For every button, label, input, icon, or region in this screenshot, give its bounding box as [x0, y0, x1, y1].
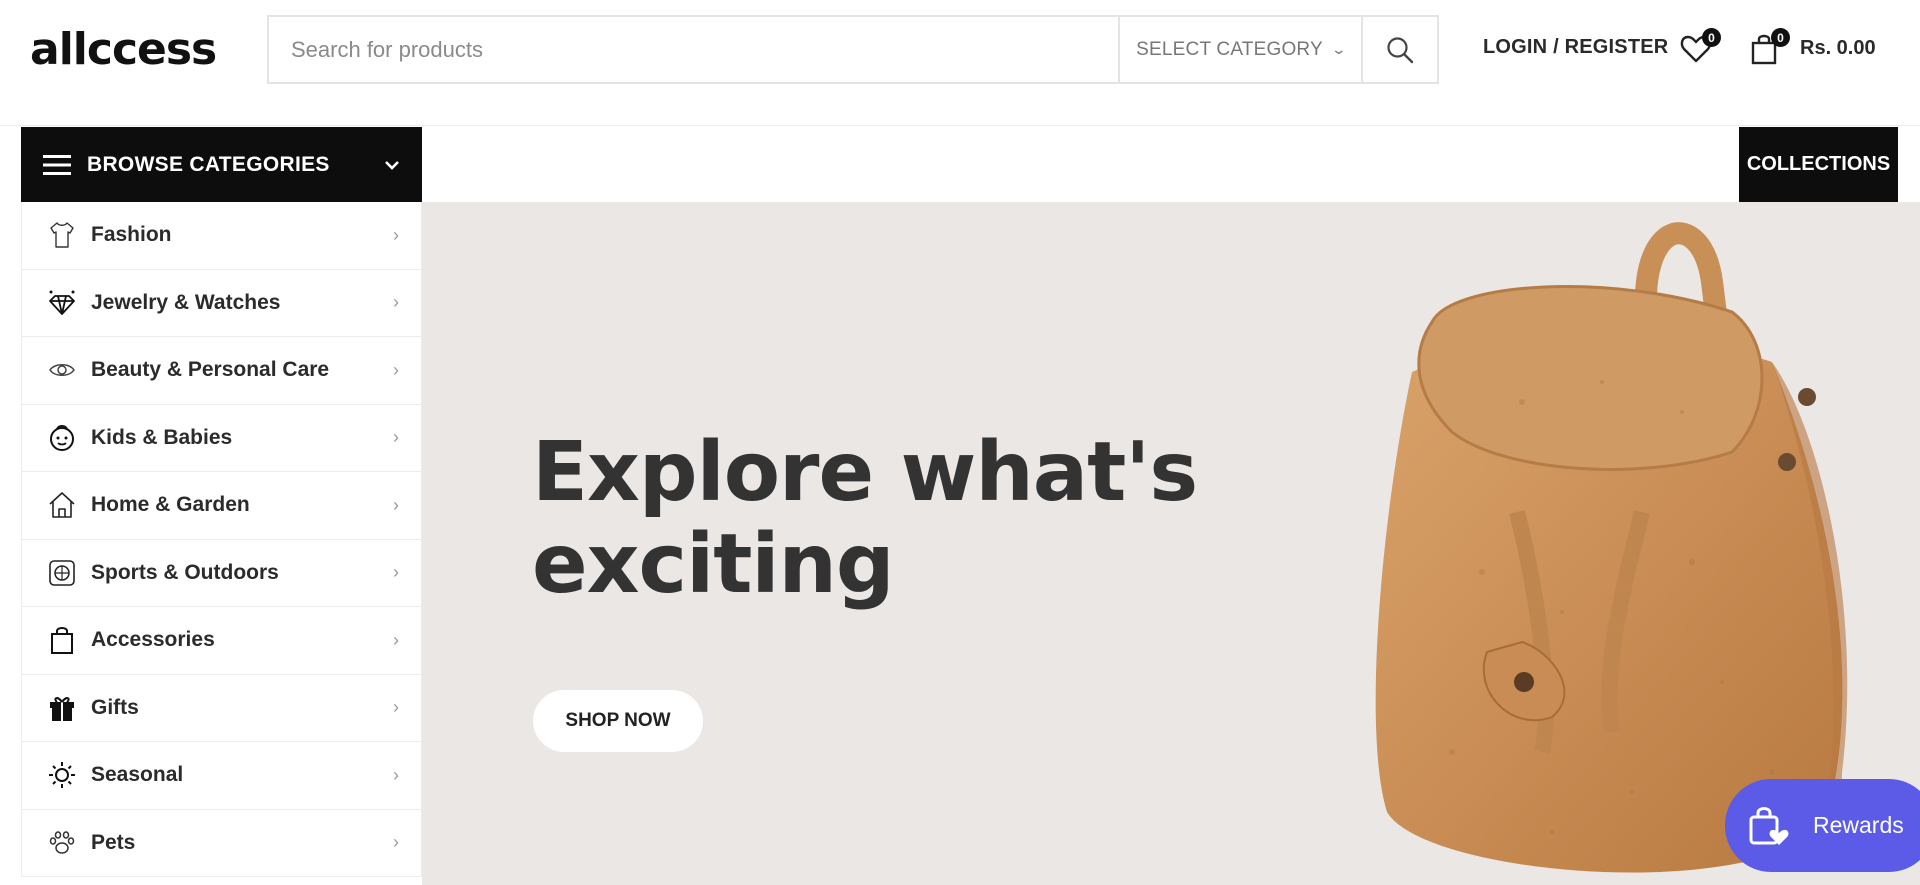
collections-link[interactable]: COLLECTIONS	[1739, 127, 1898, 202]
browse-categories-label: BROWSE CATEGORIES	[87, 152, 330, 176]
ball-icon	[47, 558, 77, 588]
rewards-label: Rewards	[1813, 812, 1904, 838]
chevron-right-icon: ›	[393, 224, 399, 245]
shopping-bag-heart-icon	[1749, 806, 1789, 845]
hero-headline-line2: exciting	[532, 517, 895, 612]
sidebar-item-fashion[interactable]: Fashion ›	[22, 202, 421, 270]
sidebar-item-label: Beauty & Personal Care	[91, 358, 330, 382]
sidebar-item-label: Sports & Outdoors	[91, 560, 279, 584]
site-header: allccess SELECT CATEGORY ⌄ LOGIN / REGIS…	[0, 0, 1920, 126]
eye-icon	[47, 355, 77, 385]
chevron-right-icon: ›	[393, 427, 399, 448]
sidebar-item-label: Gifts	[91, 695, 139, 719]
cart-button[interactable]: 0	[1748, 28, 1790, 66]
chevron-right-icon: ›	[393, 359, 399, 380]
hero-headline: Explore what's exciting	[532, 427, 1232, 611]
category-sidebar: Fashion › Jewelry & Watches › Beauty & P…	[21, 202, 422, 877]
sidebar-item-label: Seasonal	[91, 763, 184, 787]
search-button[interactable]	[1361, 17, 1437, 82]
shopping-bag-icon	[47, 625, 77, 655]
category-select[interactable]: SELECT CATEGORY ⌄	[1118, 17, 1361, 82]
shirt-icon	[47, 220, 77, 250]
chevron-down-icon	[385, 160, 399, 170]
wishlist-button[interactable]: 0	[1679, 28, 1721, 66]
baby-face-icon	[47, 423, 77, 453]
sidebar-item-gifts[interactable]: Gifts ›	[22, 675, 421, 742]
house-icon	[47, 490, 77, 520]
search-input[interactable]	[269, 17, 1118, 82]
cart-total[interactable]: Rs. 0.00	[1800, 37, 1876, 60]
sidebar-item-pets[interactable]: Pets ›	[22, 810, 421, 877]
chevron-down-icon: ⌄	[1330, 41, 1348, 57]
chevron-right-icon: ›	[393, 494, 399, 515]
chevron-right-icon: ›	[393, 764, 399, 785]
sidebar-item-seasonal[interactable]: Seasonal ›	[22, 742, 421, 810]
sidebar-item-jewelry-watches[interactable]: Jewelry & Watches ›	[22, 270, 421, 337]
sidebar-item-kids-babies[interactable]: Kids & Babies ›	[22, 405, 421, 472]
sidebar-item-label: Accessories	[91, 628, 215, 652]
login-register-link[interactable]: LOGIN / REGISTER	[1483, 36, 1668, 59]
sidebar-item-beauty-personal-care[interactable]: Beauty & Personal Care ›	[22, 337, 421, 405]
sidebar-item-label: Kids & Babies	[91, 425, 233, 449]
gift-icon	[47, 693, 77, 723]
search-bar: SELECT CATEGORY ⌄	[267, 15, 1439, 84]
search-icon	[1387, 36, 1414, 63]
sidebar-item-sports-outdoors[interactable]: Sports & Outdoors ›	[22, 540, 421, 607]
wishlist-count-badge: 0	[1702, 28, 1721, 47]
chevron-right-icon: ›	[393, 292, 399, 313]
hero-headline-line1: Explore what's	[532, 425, 1198, 520]
hero-banner: Explore what's exciting SHOP NOW	[422, 202, 1920, 885]
chevron-right-icon: ›	[393, 832, 399, 853]
sidebar-item-label: Home & Garden	[91, 493, 250, 517]
hamburger-menu-icon	[43, 154, 71, 175]
sidebar-item-accessories[interactable]: Accessories ›	[22, 607, 421, 675]
chevron-right-icon: ›	[393, 562, 399, 583]
browse-categories-toggle[interactable]: BROWSE CATEGORIES	[21, 127, 422, 202]
chevron-right-icon: ›	[393, 697, 399, 718]
sun-icon	[47, 760, 77, 790]
cart-count-badge: 0	[1771, 28, 1790, 47]
chevron-right-icon: ›	[393, 629, 399, 650]
rewards-launcher[interactable]: Rewards	[1725, 779, 1920, 872]
category-select-label: SELECT CATEGORY	[1136, 38, 1323, 60]
site-logo[interactable]: allccess	[30, 26, 217, 74]
sidebar-item-label: Fashion	[91, 223, 172, 247]
sidebar-item-label: Pets	[91, 830, 136, 854]
diamond-icon	[47, 288, 77, 318]
shop-now-button[interactable]: SHOP NOW	[533, 690, 703, 752]
paw-icon	[47, 828, 77, 858]
sidebar-item-label: Jewelry & Watches	[91, 290, 281, 314]
sidebar-item-home-garden[interactable]: Home & Garden ›	[22, 472, 421, 540]
